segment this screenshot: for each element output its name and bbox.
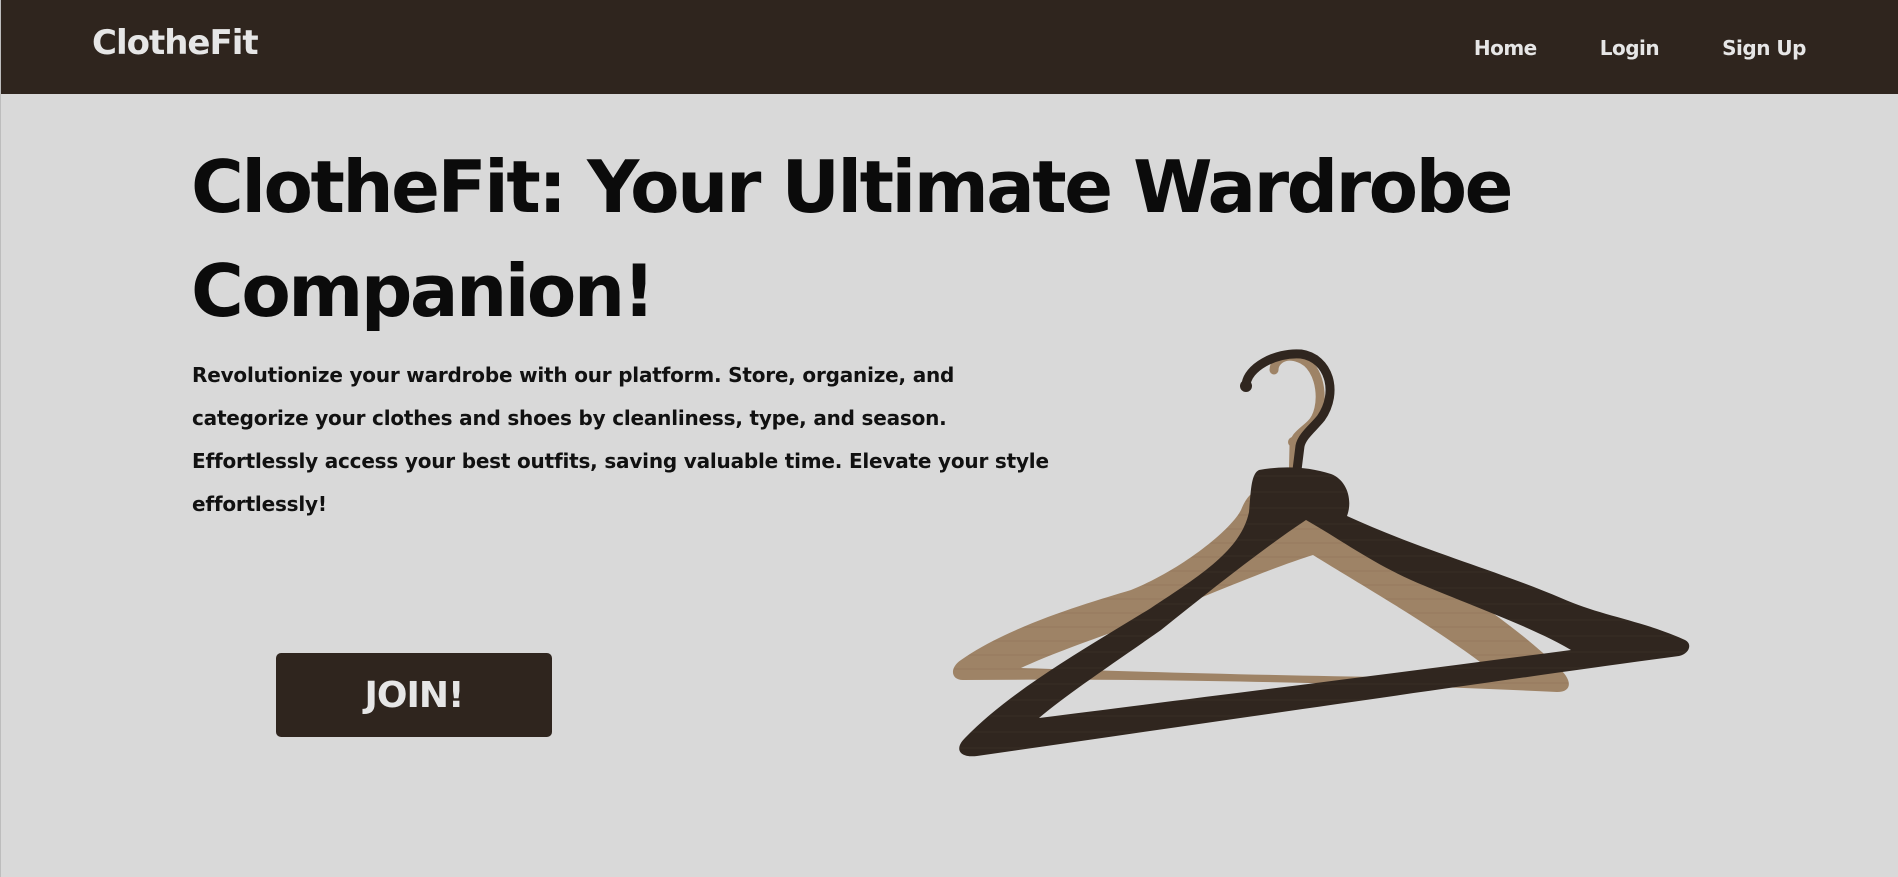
nav-link-sign-up[interactable]: Sign Up xyxy=(1722,38,1806,58)
nav-link-home[interactable]: Home xyxy=(1474,38,1537,58)
nav-link-login[interactable]: Login xyxy=(1600,38,1660,58)
hero-title: ClotheFit: Your Ultimate Wardrobe Compan… xyxy=(191,145,1513,333)
landing-page: ClotheFit Home Login Sign Up ClotheFit: … xyxy=(0,0,1898,877)
clothes-hanger-illustration xyxy=(952,349,1690,757)
join-button[interactable]: JOIN! xyxy=(276,653,552,737)
hero-description: Revolutionize your wardrobe with our pla… xyxy=(192,363,1049,516)
nav-links: Home Login Sign Up xyxy=(1474,38,1807,58)
navbar: ClotheFit Home Login Sign Up xyxy=(1,0,1898,94)
brand-logo[interactable]: ClotheFit xyxy=(92,26,259,60)
